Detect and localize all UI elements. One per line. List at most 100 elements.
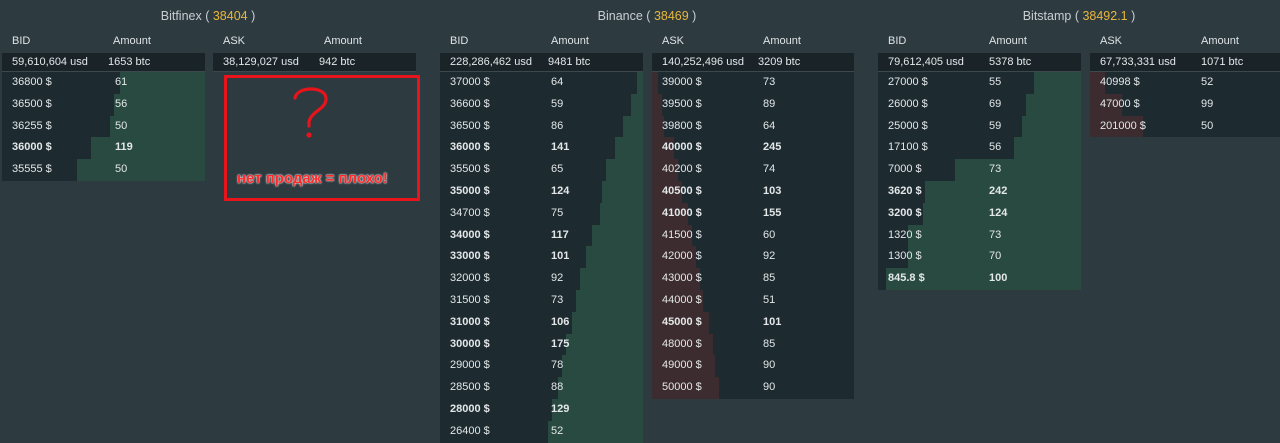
bid-row: 28500 $ 88 — [440, 377, 643, 399]
row-price: 29000 $ — [450, 359, 490, 372]
bid-header: BID — [888, 35, 907, 47]
row-amount: 242 — [989, 184, 1008, 197]
row-price: 25000 $ — [888, 119, 928, 132]
row-amount: 155 — [763, 206, 782, 219]
ask-row: 41000 $ 155 — [652, 202, 854, 225]
rows: 40998 $ 52 47000 $ 99 201000 $ 50 — [1090, 72, 1280, 138]
row-amount: 101 — [551, 250, 570, 263]
total-usd: 67,733,331 usd — [1100, 56, 1176, 68]
row-amount: 103 — [763, 184, 782, 197]
rows: 37000 $ 64 36600 $ 59 36500 $ 86 36000 $ 141 355… — [440, 72, 643, 443]
row-amount: 75 — [551, 206, 564, 219]
depth-bar — [571, 311, 643, 334]
depth-bar — [614, 137, 643, 160]
row-price: 28500 $ — [450, 381, 490, 394]
row-amount: 117 — [551, 228, 569, 241]
row-amount: 86 — [551, 119, 564, 132]
row-amount: 92 — [763, 250, 776, 263]
bid-row: 36600 $ 59 — [440, 93, 643, 116]
book-header: BID Amount — [878, 32, 1081, 50]
row-amount: 106 — [551, 315, 570, 328]
depth-bar — [652, 72, 659, 94]
row-price: 27000 $ — [888, 76, 928, 88]
bid-book: BID Amount 59,610,604 usd 1653 btc 36800 $… — [2, 32, 205, 181]
row-amount: 90 — [763, 381, 776, 394]
row-amount: 59 — [551, 97, 564, 110]
row-price: 40500 $ — [662, 184, 702, 197]
row-amount: 69 — [989, 97, 1002, 110]
bid-row: 29000 $ 78 — [440, 355, 643, 378]
row-price: 36500 $ — [12, 97, 52, 110]
depth-bar — [557, 377, 643, 399]
row-amount: 64 — [551, 76, 564, 88]
bid-row: 36500 $ 86 — [440, 115, 643, 138]
ask-row: 39800 $ 64 — [652, 115, 854, 138]
row-price: 1320 $ — [888, 228, 922, 241]
row-price: 26000 $ — [888, 97, 928, 110]
row-price: 36800 $ — [12, 76, 52, 88]
total-btc: 1653 btc — [108, 56, 151, 68]
bid-book: BID Amount 79,612,405 usd 5378 btc 27000 $… — [878, 32, 1081, 290]
ask-row: 41500 $ 60 — [652, 224, 854, 247]
bid-row: 17100 $ 56 — [878, 137, 1081, 160]
bid-row: 26400 $ 52 — [440, 420, 643, 443]
row-amount: 56 — [989, 141, 1002, 154]
row-amount: 73 — [989, 163, 1002, 176]
exchange-binance: Binance ( 38469 ) BID Amount 228,286,462 … — [440, 0, 854, 443]
ask-book: ASK Amount 140,252,496 usd 3209 btc 39000 … — [652, 32, 854, 399]
total-btc: 942 btc — [319, 56, 356, 68]
row-amount: 60 — [763, 228, 776, 241]
row-price: 31500 $ — [450, 293, 490, 306]
row-amount: 92 — [551, 272, 564, 285]
book-header: ASK Amount — [213, 32, 416, 50]
depth-bar — [592, 224, 643, 247]
row-price: 201000 $ — [1100, 119, 1146, 132]
exchange-price: 38492.1 — [1082, 9, 1128, 23]
amount-header: Amount — [113, 35, 151, 47]
amount-header: Amount — [551, 35, 589, 47]
depth-bar — [77, 159, 205, 181]
row-amount: 65 — [551, 163, 564, 176]
row-amount: 74 — [763, 163, 776, 176]
book-header: BID Amount — [440, 32, 643, 50]
bid-row: 28000 $ 129 — [440, 398, 643, 421]
row-amount: 99 — [1201, 97, 1214, 110]
row-amount: 50 — [115, 119, 128, 132]
row-price: 40998 $ — [1100, 76, 1140, 88]
row-amount: 56 — [115, 97, 128, 110]
row-amount: 88 — [551, 381, 564, 394]
ask-row: 39000 $ 73 — [652, 72, 854, 94]
row-price: 845.8 $ — [888, 272, 925, 285]
bid-row: 36500 $ 56 — [2, 93, 205, 116]
depth-bar — [1034, 72, 1081, 94]
row-price: 49000 $ — [662, 359, 702, 372]
row-price: 32000 $ — [450, 272, 490, 285]
row-price: 39000 $ — [662, 76, 702, 88]
bid-row: 34700 $ 75 — [440, 202, 643, 225]
bid-row: 36800 $ 61 — [2, 72, 205, 94]
row-price: 1300 $ — [888, 250, 922, 263]
depth-bar — [119, 72, 205, 94]
ask-row: 43000 $ 85 — [652, 268, 854, 290]
row-amount: 175 — [551, 337, 570, 350]
row-price: 47000 $ — [1100, 97, 1140, 110]
row-amount: 78 — [551, 359, 564, 372]
total-row: 79,612,405 usd 5378 btc — [878, 53, 1081, 72]
depth-bar — [586, 246, 643, 269]
total-btc: 5378 btc — [989, 56, 1032, 68]
bid-row: 36255 $ 50 — [2, 115, 205, 138]
ask-row: 39500 $ 89 — [652, 93, 854, 116]
bid-row: 32000 $ 92 — [440, 268, 643, 290]
row-price: 34700 $ — [450, 206, 490, 219]
ask-header: ASK — [223, 35, 246, 47]
depth-bar — [1014, 137, 1081, 160]
row-price: 37000 $ — [450, 76, 490, 88]
row-price: 34000 $ — [450, 228, 490, 241]
total-row: 38,129,027 usd 942 btc — [213, 53, 416, 72]
total-usd: 59,610,604 usd — [12, 56, 88, 68]
row-price: 35555 $ — [12, 163, 52, 176]
row-price: 33000 $ — [450, 250, 490, 263]
depth-bar — [622, 115, 643, 138]
bid-row: 26000 $ 69 — [878, 93, 1081, 116]
row-amount: 101 — [763, 315, 782, 328]
